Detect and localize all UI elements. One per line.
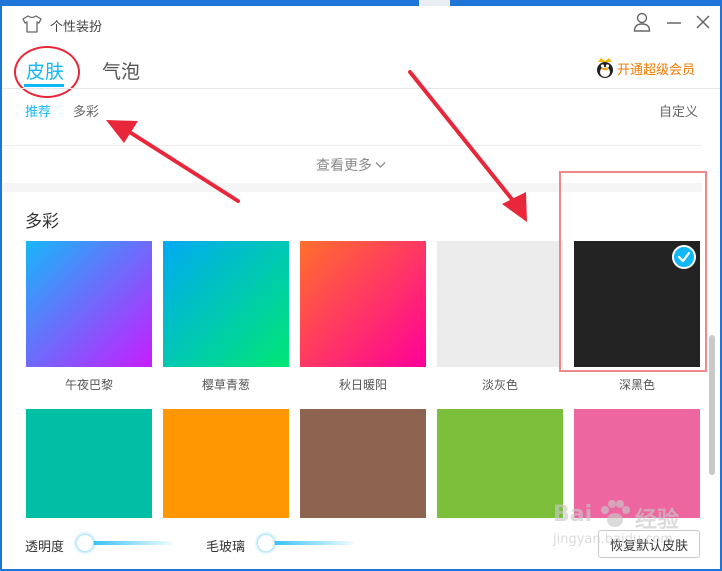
tabs-divider [2,88,720,89]
window-title: 个性装扮 [50,20,103,35]
swatch-2[interactable] [300,241,426,367]
frosted-glass-label: 毛玻璃 [206,540,246,555]
window-left-edge [0,6,2,571]
swatch-1[interactable] [163,241,289,367]
subtab-colorful[interactable]: 多彩 [73,101,99,120]
close-icon[interactable] [694,12,712,32]
swatch-5[interactable] [26,409,152,518]
penguin-icon [597,58,613,78]
swatch-0[interactable] [26,241,152,367]
swatch-label: 深黑色 [618,378,655,392]
swatch-label: 秋日暖阳 [338,378,387,392]
vip-link[interactable]: 开通超级会员 [595,57,695,79]
swatch-3[interactable] [437,241,563,367]
see-more-label[interactable]: 查看更多 [316,155,372,175]
restore-default-skin-button[interactable]: 恢复默认皮肤 [598,530,700,558]
opacity-label: 透明度 [25,540,65,555]
see-more-link[interactable]: 查看更多 [316,155,386,175]
swatch-7[interactable] [300,409,426,518]
swatch-label: 午夜巴黎 [64,378,113,392]
user-icon[interactable] [633,12,651,32]
swatch-6[interactable] [163,409,289,518]
vip-label[interactable]: 开通超级会员 [617,59,695,78]
section-title: 多彩 [25,212,59,232]
scrollbar-thumb[interactable] [709,335,715,475]
tab-bubble[interactable]: 气泡 [102,57,140,84]
swatch-label: 樱草青葱 [201,378,250,392]
swatch-label: 淡灰色 [481,378,518,392]
opacity-slider-handle[interactable] [76,534,94,552]
minimize-icon[interactable] [665,12,683,32]
annotation-box [559,171,707,372]
swatch-8[interactable] [437,409,563,518]
subtab-custom[interactable]: 自定义 [659,101,698,120]
annotation-arrow-right [408,70,527,222]
subtab-recommend[interactable]: 推荐 [25,101,51,120]
annotation-circle [14,46,80,98]
swatch-9[interactable] [574,409,700,518]
title-bar [2,6,720,52]
restore-button-label: 恢复默认皮肤 [609,538,688,554]
shirt-icon [22,15,42,33]
content-divider [2,145,702,146]
frosted-glass-slider-handle[interactable] [257,534,275,552]
chevron-down-icon [375,162,386,168]
